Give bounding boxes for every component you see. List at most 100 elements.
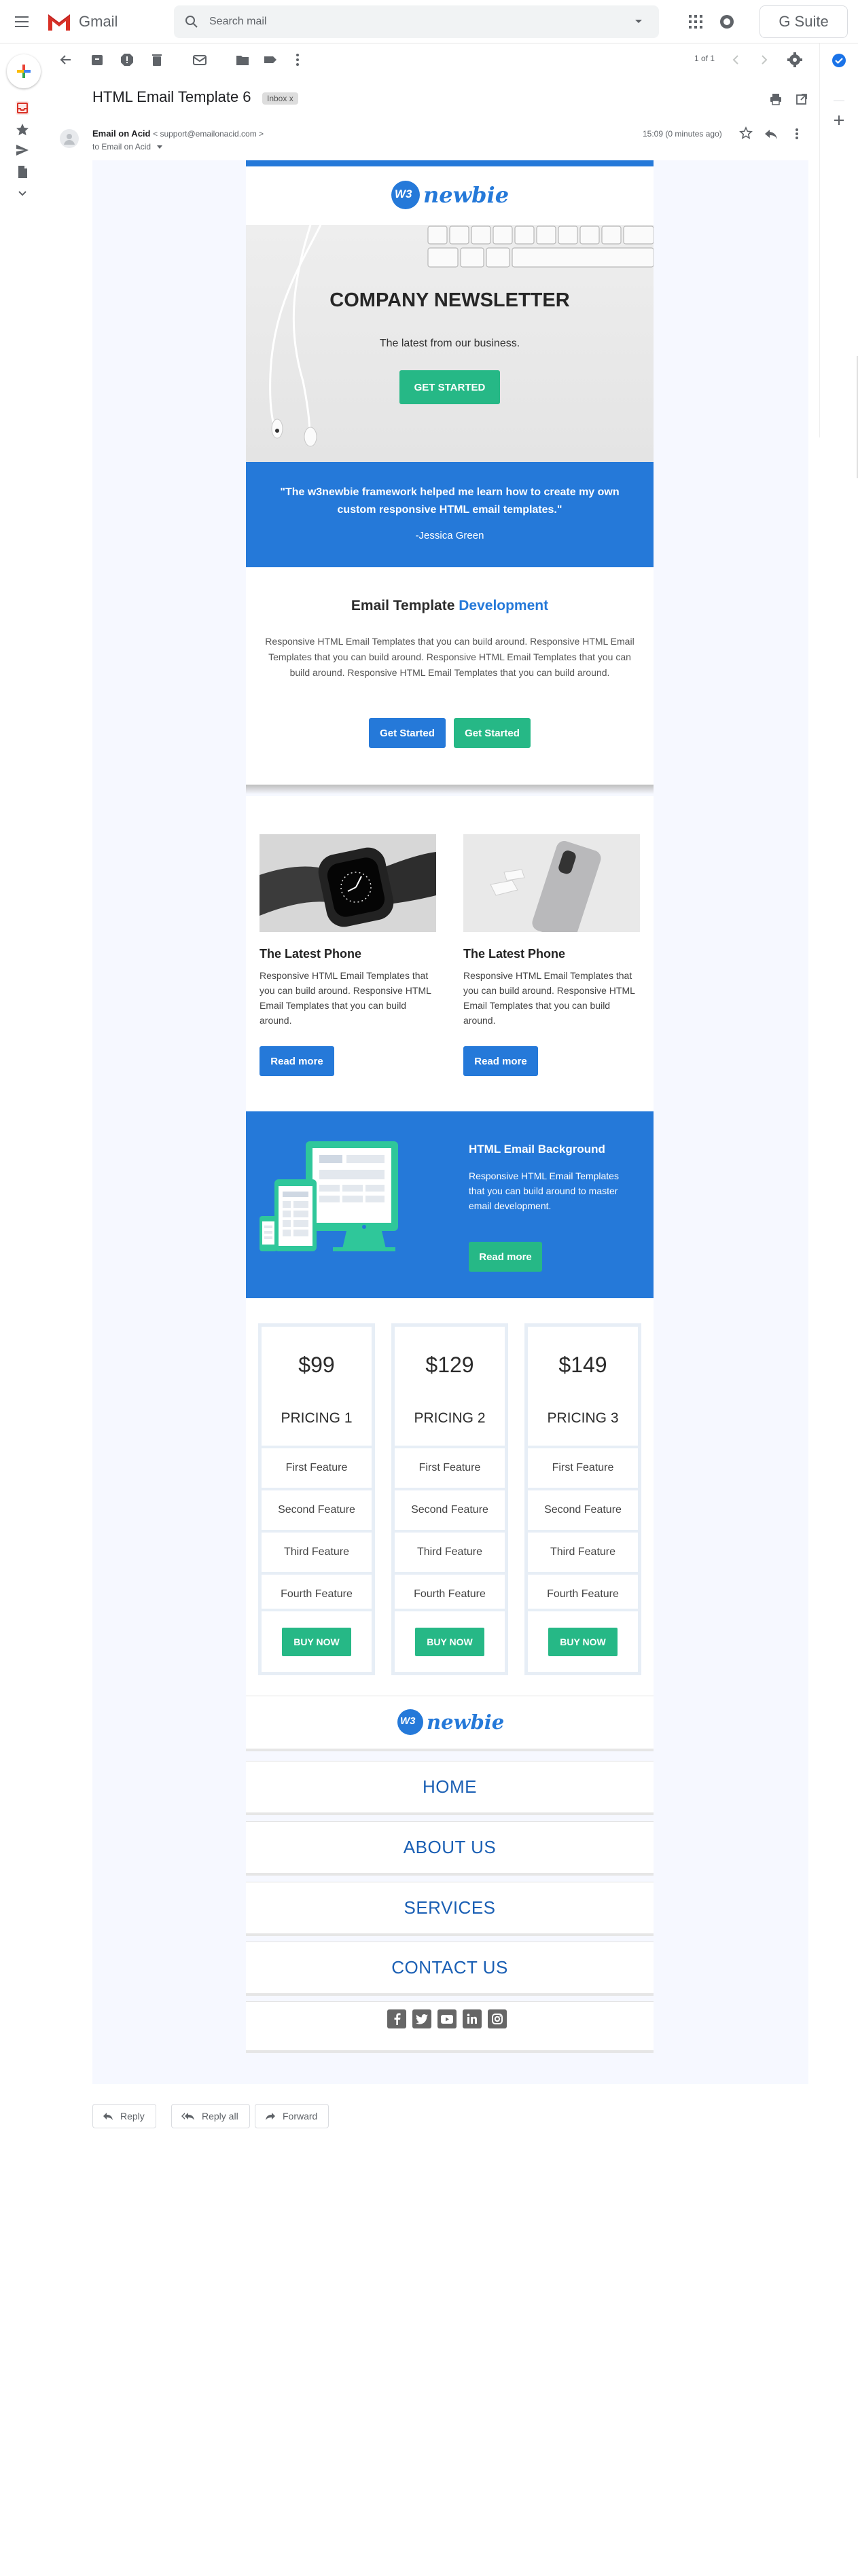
main-menu-icon[interactable] [11, 11, 33, 33]
sender-email: < support@emailonacid.com > [153, 129, 264, 139]
product-1-body: Responsive HTML Email Templates that you… [260, 970, 431, 1026]
message-more-icon[interactable] [795, 128, 799, 140]
footer-nav-services[interactable]: SERVICES [246, 1882, 654, 1936]
hero-subtitle: The latest from our business. [379, 338, 520, 349]
search-bar[interactable]: Search mail [174, 5, 659, 38]
footer-logo-mark: W3 [400, 1715, 416, 1727]
search-icon[interactable] [183, 14, 200, 30]
get-started-hero-button[interactable]: GET STARTED [399, 370, 500, 404]
archive-icon[interactable] [89, 52, 105, 68]
pricing-card-1: $99 PRICING 1 First Feature Second Featu… [258, 1323, 375, 1675]
pricing-1-buy-button[interactable]: BUY NOW [282, 1628, 351, 1656]
get-started-blue-button[interactable]: Get Started [369, 718, 446, 748]
instagram-icon[interactable] [488, 2009, 507, 2028]
development-section: Email Template Development Responsive HT… [246, 567, 654, 785]
pricing-1-feature: Fourth Feature [262, 1572, 372, 1611]
pricing-3-price: $149 [558, 1353, 607, 1377]
remove-label-icon[interactable]: x [289, 94, 293, 103]
mark-unread-icon[interactable] [192, 52, 208, 68]
side-panel [819, 43, 858, 478]
inbox-icon[interactable] [15, 101, 30, 115]
pricing-1-price: $99 [298, 1353, 335, 1377]
development-body: Responsive HTML Email Templates that you… [265, 636, 634, 678]
message-subject: HTML Email Template 6 [92, 88, 251, 105]
apps-grid-icon[interactable] [689, 15, 702, 29]
sent-icon[interactable] [15, 143, 30, 158]
move-to-icon[interactable] [234, 52, 251, 68]
reply-all-button[interactable]: Reply all [171, 2104, 250, 2128]
pricing-3-name: PRICING 3 [547, 1410, 619, 1426]
logo-text: newbie [423, 182, 510, 208]
product-2-title: The Latest Phone [463, 947, 566, 961]
print-icon[interactable] [769, 92, 783, 106]
more-chevron-icon[interactable] [15, 186, 30, 201]
w3newbie-logo[interactable]: W3 newbie [391, 180, 509, 210]
pricing-3-buy-button[interactable]: BUY NOW [548, 1628, 618, 1656]
reply-button[interactable]: Reply [92, 2104, 156, 2128]
footer-logo[interactable]: W3 newbie [397, 1709, 504, 1736]
search-options-icon[interactable] [634, 19, 643, 24]
notifications-icon[interactable] [719, 14, 735, 30]
open-new-window-icon[interactable] [795, 92, 808, 106]
starred-icon[interactable] [15, 122, 30, 137]
star-icon[interactable] [739, 126, 753, 140]
footer-nav-home[interactable]: HOME [246, 1761, 654, 1815]
pricing-card-2: $129 PRICING 2 First Feature Second Feat… [391, 1323, 508, 1675]
development-title: Email Template Development [246, 598, 654, 614]
inbox-label-chip[interactable]: Inbox x [262, 92, 298, 105]
search-input[interactable]: Search mail [209, 16, 266, 28]
reply-label: Reply [120, 2111, 145, 2122]
youtube-icon[interactable] [437, 2009, 457, 2028]
product-2-read-more-button[interactable]: Read more [463, 1046, 538, 1076]
pricing-3-feature: First Feature [528, 1446, 638, 1488]
newer-chevron-icon[interactable] [755, 52, 772, 68]
sender-line: Email on Acid < support@emailonacid.com … [92, 128, 264, 139]
forward-button[interactable]: Forward [255, 2104, 329, 2128]
facebook-icon[interactable] [387, 2009, 406, 2028]
add-addon-icon[interactable] [832, 113, 846, 127]
gmail-logo-icon[interactable] [46, 12, 72, 31]
details-dropdown-icon[interactable] [157, 145, 163, 149]
drafts-icon[interactable] [15, 164, 30, 179]
delete-icon[interactable] [149, 52, 165, 68]
pricing-1-name: PRICING 1 [281, 1410, 353, 1426]
recipient-text: to Email on Acid [92, 142, 151, 151]
inbox-label-text: Inbox [267, 94, 287, 103]
label-icon[interactable] [262, 52, 279, 68]
pricing-2-feature: First Feature [395, 1446, 505, 1488]
plus-icon [17, 65, 31, 78]
pricing-2-name: PRICING 2 [414, 1410, 486, 1426]
recipient-line[interactable]: to Email on Acid [92, 142, 163, 151]
reply-icon[interactable] [764, 128, 779, 140]
sender-name[interactable]: Email on Acid [92, 128, 150, 139]
product-1-read-more-button[interactable]: Read more [260, 1046, 334, 1076]
background-promo-section: HTML Email Background Responsive HTML Em… [246, 1111, 654, 1298]
linkedin-icon[interactable] [463, 2009, 482, 2028]
older-chevron-icon[interactable] [728, 52, 745, 68]
pricing-1-feature: First Feature [262, 1446, 372, 1488]
development-title-plain: Email Template [351, 598, 455, 613]
pricing-3-feature: Third Feature [528, 1530, 638, 1572]
section-shadow-divider [246, 785, 654, 794]
message-toolbar: 1 of 1 [43, 43, 818, 76]
back-arrow-icon[interactable] [58, 52, 74, 68]
get-started-green-button[interactable]: Get Started [454, 718, 531, 748]
message-time: 15:09 (0 minutes ago) [643, 129, 722, 139]
more-vert-icon[interactable] [289, 52, 306, 68]
reply-arrow-icon [103, 2113, 113, 2120]
settings-gear-icon[interactable] [787, 52, 803, 68]
pricing-2-feature: Second Feature [395, 1488, 505, 1530]
phone-image [463, 834, 640, 932]
background-promo-read-more-button[interactable]: Read more [469, 1242, 542, 1272]
footer-nav-contact[interactable]: CONTACT US [246, 1942, 654, 1996]
sender-avatar[interactable] [60, 129, 79, 148]
pricing-2-buy-button[interactable]: BUY NOW [415, 1628, 484, 1656]
tasks-icon[interactable] [832, 53, 846, 68]
twitter-icon[interactable] [412, 2009, 431, 2028]
compose-button[interactable] [7, 54, 41, 88]
gmail-wordmark: Gmail [79, 13, 118, 30]
pricing-1-feature: Second Feature [262, 1488, 372, 1530]
report-spam-icon[interactable] [119, 52, 135, 68]
footer-nav-about[interactable]: ABOUT US [246, 1821, 654, 1876]
gsuite-account-button[interactable]: G Suite [759, 5, 848, 38]
